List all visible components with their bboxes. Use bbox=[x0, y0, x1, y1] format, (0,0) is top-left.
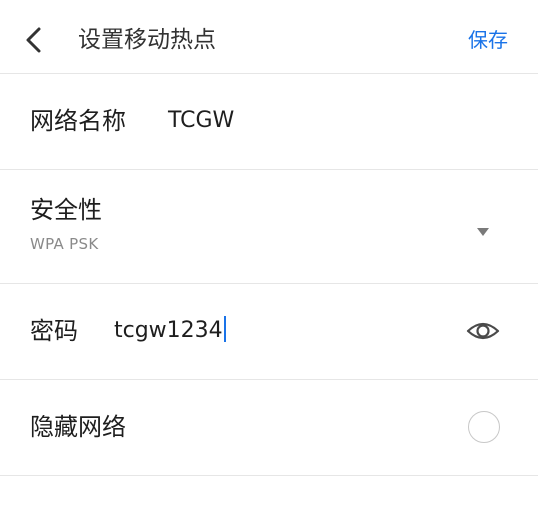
password-label: 密码 bbox=[30, 317, 78, 345]
back-chevron-icon[interactable] bbox=[22, 26, 46, 54]
password-input[interactable]: tcgw1234 bbox=[114, 315, 226, 347]
save-button[interactable]: 保存 bbox=[468, 25, 508, 55]
hidden-network-label: 隐藏网络 bbox=[30, 413, 126, 441]
top-bar: 设置移动热点 保存 bbox=[0, 0, 538, 74]
text-cursor bbox=[223, 316, 226, 342]
security-value: WPA PSK bbox=[30, 235, 99, 253]
network-name-label: 网络名称 bbox=[30, 107, 126, 135]
hidden-network-checkbox[interactable] bbox=[468, 411, 500, 443]
network-name-row[interactable]: 网络名称 TCGW bbox=[0, 74, 538, 170]
network-name-input[interactable]: TCGW bbox=[168, 105, 234, 137]
hidden-network-row[interactable]: 隐藏网络 bbox=[0, 380, 538, 476]
security-label: 安全性 bbox=[30, 196, 102, 224]
dropdown-triangle-icon[interactable] bbox=[476, 222, 490, 236]
password-row[interactable]: 密码 tcgw1234 bbox=[0, 284, 538, 380]
page-title: 设置移动热点 bbox=[78, 27, 216, 53]
eye-icon[interactable] bbox=[466, 317, 500, 345]
password-text: tcgw1234 bbox=[114, 318, 223, 343]
security-row[interactable]: 安全性 WPA PSK bbox=[0, 170, 538, 284]
